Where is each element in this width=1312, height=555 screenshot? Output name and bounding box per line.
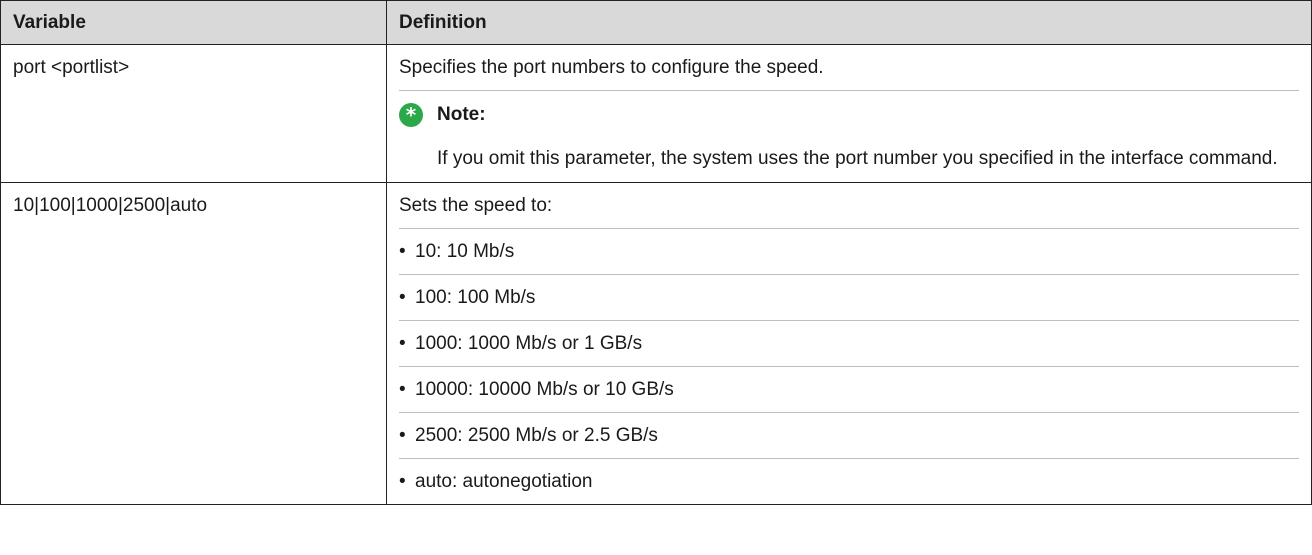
definition-text: Sets the speed to:	[399, 195, 553, 216]
table-row: port <portlist> Specifies the port numbe…	[0, 44, 1312, 183]
note-block: * Note: If you omit this parameter, the …	[399, 90, 1299, 182]
list-item-text: 1000: 1000 Mb/s or 1 GB/s	[415, 333, 643, 354]
header-definition: Definition	[386, 0, 1312, 45]
list-item-text: 100: 100 Mb/s	[415, 287, 536, 308]
definition-cell: Sets the speed to: • 10: 10 Mb/s • 100: 10…	[386, 182, 1312, 505]
list-item: • 2500: 2500 Mb/s or 2.5 GB/s	[399, 412, 1299, 458]
list-item-text: 10000: 10000 Mb/s or 10 GB/s	[415, 379, 674, 400]
bullet-icon: •	[399, 287, 406, 308]
note-text: If you omit this parameter, the system u…	[437, 148, 1278, 169]
definition-text: Specifies the port numbers to configure …	[399, 57, 824, 78]
list-item: • 10000: 10000 Mb/s or 10 GB/s	[399, 366, 1299, 412]
table-row: 10|100|1000|2500|auto Sets the speed to:…	[0, 182, 1312, 505]
variable-text: 10|100|1000|2500|auto	[13, 195, 208, 216]
bullet-icon: •	[399, 471, 406, 492]
list-item: • 10: 10 Mb/s	[399, 228, 1299, 274]
variable-definition-table: Variable Definition port <portlist> Spec…	[0, 0, 1312, 505]
note-heading: * Note:	[399, 97, 1299, 133]
list-item-text: 2500: 2500 Mb/s or 2.5 GB/s	[415, 425, 658, 446]
list-item: • auto: autonegotiation	[399, 458, 1299, 504]
bullet-icon: •	[399, 241, 406, 262]
note-title: Note:	[437, 104, 486, 125]
variable-cell: port <portlist>	[0, 44, 387, 183]
variable-text: port <portlist>	[13, 57, 130, 78]
bullet-icon: •	[399, 379, 406, 400]
list-item-text: auto: autonegotiation	[415, 471, 593, 492]
bullet-icon: •	[399, 333, 406, 354]
list-item-text: 10: 10 Mb/s	[415, 241, 515, 262]
definition-cell: Specifies the port numbers to configure …	[386, 44, 1312, 183]
table-header-row: Variable Definition	[0, 0, 1312, 45]
list-item: • 1000: 1000 Mb/s or 1 GB/s	[399, 320, 1299, 366]
bullet-icon: •	[399, 425, 406, 446]
header-variable: Variable	[0, 0, 387, 45]
list-item: • 100: 100 Mb/s	[399, 274, 1299, 320]
asterisk-icon: *	[399, 103, 423, 127]
variable-cell: 10|100|1000|2500|auto	[0, 182, 387, 505]
